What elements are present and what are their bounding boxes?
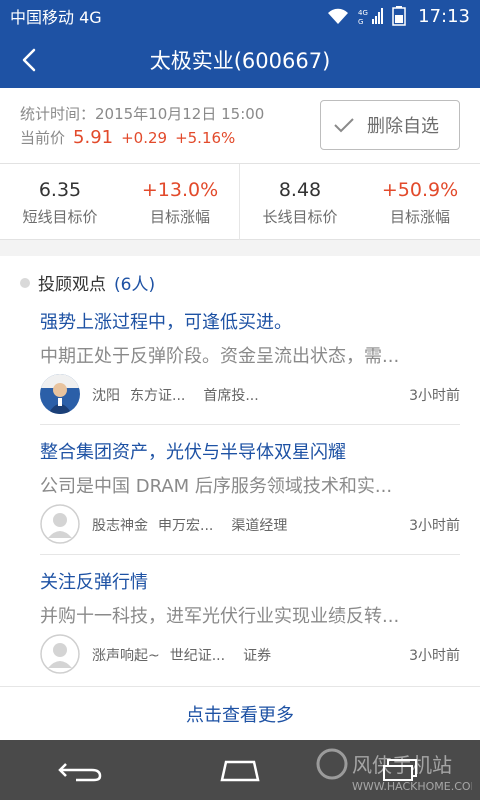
recents-nav-button[interactable]: [368, 750, 432, 790]
opinions-header: 投顾观点 (6人): [20, 270, 155, 295]
author-role: 首席投...: [203, 388, 259, 404]
back-arrow-icon: [58, 763, 102, 782]
home-icon: [220, 760, 260, 782]
back-button[interactable]: [14, 44, 46, 76]
price-line: 当前价 5.91 +0.29 +5.16%: [20, 127, 235, 148]
recents-icon: [383, 759, 417, 781]
author-name: 涨声响起~: [92, 648, 160, 664]
back-nav-button[interactable]: [48, 750, 112, 790]
author-org: 东方证...: [130, 388, 186, 404]
opinion-time: 3小时前: [409, 648, 460, 664]
author-org: 申万宏...: [158, 518, 214, 534]
target-prices: 6.35 短线目标价 +13.0% 目标涨幅 8.48 长线目标价 +50.9%…: [0, 164, 480, 240]
short-target-rise: +13.0% 目标涨幅: [120, 164, 240, 239]
long-target-label: 长线目标价: [262, 208, 338, 226]
short-target: 6.35 短线目标价: [0, 164, 120, 239]
author-role: 渠道经理: [231, 518, 288, 534]
author-org: 世纪证...: [169, 648, 226, 664]
opinions-count: (6人): [114, 275, 156, 295]
opinion-time: 3小时前: [409, 518, 460, 534]
svg-text:G: G: [358, 18, 363, 25]
home-nav-button[interactable]: [208, 750, 272, 790]
opinion-summary: 中期正处于反弹阶段。资金呈流出状态，需...: [40, 346, 400, 367]
opinion-title[interactable]: 整合集团资产，光伏与半导体双星闪耀: [40, 438, 346, 464]
opinion-author: 股志神金 申万宏... 渠道经理: [92, 515, 287, 535]
view-more-button[interactable]: 点击查看更多: [0, 686, 480, 740]
opinions-title: 投顾观点: [38, 275, 106, 295]
status-bar: 中国移动 4G 4G G 17:13: [0, 0, 480, 32]
svg-text:4G: 4G: [358, 9, 368, 17]
divider: [40, 424, 460, 425]
chevron-left-icon: [22, 48, 36, 72]
opinion-author: 沈阳 东方证... 首席投...: [92, 385, 259, 405]
price-change: +0.29: [121, 129, 168, 147]
author-name: 股志神金: [92, 518, 148, 534]
page-title: 太极实业(600667): [149, 49, 331, 73]
default-avatar-icon: [40, 504, 80, 544]
opinion-summary: 并购十一科技，进军光伏行业实现业绩反转...: [40, 606, 400, 627]
divider: [239, 164, 240, 240]
opinion-time: 3小时前: [409, 388, 460, 404]
price-label: 当前价: [20, 129, 66, 147]
nav-bar: 太极实业(600667): [0, 32, 480, 88]
system-nav-bar: [0, 740, 480, 800]
short-target-rise-label: 目标涨幅: [149, 208, 210, 226]
long-target-rise: +50.9% 目标涨幅: [360, 164, 480, 239]
remove-watchlist-button[interactable]: 删除自选: [320, 100, 460, 150]
battery-icon: [392, 6, 406, 26]
remove-watchlist-label: 删除自选: [367, 116, 439, 137]
advisor-opinions: 投顾观点 (6人) 强势上涨过程中，可逢低买进。 中期正处于反弹阶段。资金呈流出…: [0, 256, 480, 740]
clock: 17:13: [418, 5, 470, 27]
check-icon: [334, 118, 354, 133]
short-target-rise-value: +13.0%: [141, 179, 219, 201]
system-icons: 4G G 17:13: [326, 6, 470, 27]
long-target: 8.48 长线目标价: [240, 164, 360, 239]
quote-info: 统计时间：2015年10月12日 15:00 当前价 5.91 +0.29 +5…: [0, 88, 480, 164]
opinion-title[interactable]: 关注反弹行情: [40, 568, 148, 594]
opinion-title[interactable]: 强势上涨过程中，可逢低买进。: [40, 308, 292, 334]
long-target-value: 8.48: [278, 179, 322, 201]
opinion-author: 涨声响起~ 世纪证... 证券: [92, 645, 271, 665]
long-target-rise-value: +50.9%: [381, 179, 459, 201]
author-name: 沈阳: [92, 388, 120, 404]
carrier-label: 中国移动 4G: [10, 8, 102, 27]
current-price: 5.91: [73, 127, 114, 148]
opinion-summary: 公司是中国 DRAM 后序服务领域技术和实...: [40, 476, 393, 497]
bullet-icon: [20, 277, 30, 288]
signal-icon: 4G G: [358, 8, 384, 25]
author-role: 证券: [243, 648, 272, 664]
short-target-value: 6.35: [38, 179, 82, 201]
wifi-icon: [328, 8, 349, 24]
short-target-label: 短线目标价: [22, 208, 98, 226]
default-avatar-icon: [40, 634, 80, 674]
long-target-rise-label: 目标涨幅: [389, 208, 450, 226]
price-change-pct: +5.16%: [175, 129, 236, 147]
divider: [40, 554, 460, 555]
photo-avatar: [40, 374, 80, 414]
stat-time: 统计时间：2015年10月12日 15:00: [20, 105, 265, 123]
